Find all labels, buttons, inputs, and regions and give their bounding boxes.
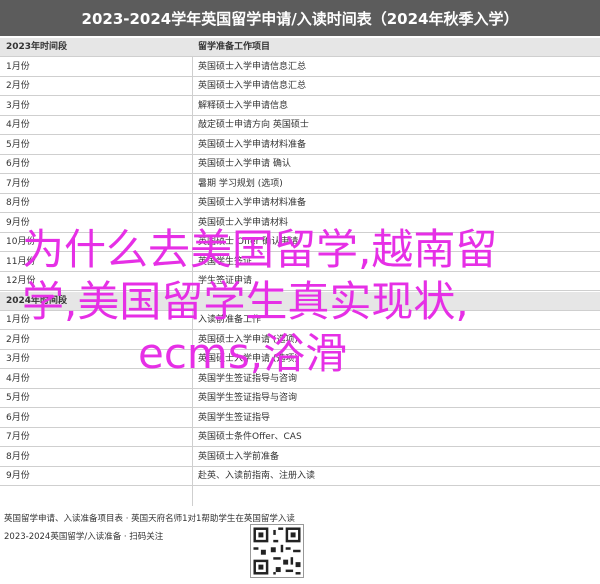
table-row: 9月份 赴英、入读前指南、注册入读 [0,467,600,486]
page-title: 2023-2024学年英国留学申请/入读时间表（2024年秋季入学） [0,0,600,36]
period-cell: 9月份 [6,471,30,481]
period-cell: 8月份 [6,198,30,208]
task-cell: 英国硕士入学申请材料准备 [198,198,307,208]
period-cell: 8月份 [6,451,30,462]
task-cell: 英国学生签证指导 [198,412,271,423]
table-row: 3月份 解释硕士入学申请信息 [0,97,600,116]
footer: 英国留学申请、入读准备项目表 · 英国天府名师1对1帮助学生在英国留学入读 20… [0,512,600,584]
period-cell: 3月份 [6,100,30,111]
table-row: 6月份 英国学生签证指导 [0,409,600,428]
task-cell: 英国硕士入学申请信息汇总 [198,81,307,91]
period-cell: 2月份 [6,81,30,91]
period-cell: 1月份 [6,61,30,72]
overlay-headline-line2: 学,美国留学生真实现状, [22,277,469,326]
period-cell: 5月份 [6,393,30,403]
period-cell: 7月份 [6,432,30,442]
task-cell: 英国硕士入学前准备 [198,451,280,462]
footer-caption: 2023-2024英国留学/入读准备 · 扫码关注 [4,532,164,542]
table-row: 4月份 敲定硕士申请方向 英国硕士 [0,116,600,135]
table-row: 8月份 英国硕士入学前准备 [0,448,600,467]
task-cell: 赴英、入读前指南、注册入读 [198,471,316,481]
table-row: 6月份 英国硕士入学申请 确认 [0,155,600,174]
table-row: 5月份 英国硕士入学申请材料准备 [0,136,600,155]
table-header-row: 2023年时间段 留学准备工作项目 [0,38,600,57]
overlay-headline-line3: ecms,浴滑 [138,329,348,378]
table-row: 7月份 英国硕士条件Offer、CAS [0,428,600,447]
task-cell: 敲定硕士申请方向 英国硕士 [198,120,309,130]
overlay-headline-line1: 为什么去美国留学,越南留 [22,225,498,274]
table-row: 8月份 英国硕士入学申请材料准备 [0,194,600,213]
footer-note: 英国留学申请、入读准备项目表 · 英国天府名师1对1帮助学生在英国留学入读 [4,514,295,524]
table-row: 7月份 暑期 学习规划 (选项) [0,175,600,194]
task-cell: 留学准备工作项目 [198,42,271,52]
table-row: 5月份 英国学生签证指导与咨询 [0,389,600,408]
qr-code-icon[interactable] [250,524,304,578]
task-cell: 解释硕士入学申请信息 [198,100,289,111]
table-row: 2月份 英国硕士入学申请信息汇总 [0,77,600,96]
table-row: 1月份 英国硕士入学申请信息汇总 [0,58,600,77]
period-cell: 6月份 [6,159,30,169]
task-cell: 暑期 学习规划 (选项) [198,178,283,189]
period-cell: 4月份 [6,120,30,130]
page: 2023-2024学年英国留学申请/入读时间表（2024年秋季入学） 2023年… [0,0,600,584]
qr-code-graphic [251,525,303,577]
period-cell: 6月份 [6,412,30,423]
task-cell: 英国硕士条件Offer、CAS [198,432,302,442]
task-cell: 英国硕士入学申请材料准备 [198,139,307,150]
period-cell: 7月份 [6,178,30,189]
task-cell: 英国学生签证指导与咨询 [198,393,298,403]
period-cell: 2023年时间段 [6,42,68,52]
period-cell: 5月份 [6,139,30,150]
task-cell: 英国硕士入学申请信息汇总 [198,61,307,72]
task-cell: 英国硕士入学申请 确认 [198,159,291,169]
